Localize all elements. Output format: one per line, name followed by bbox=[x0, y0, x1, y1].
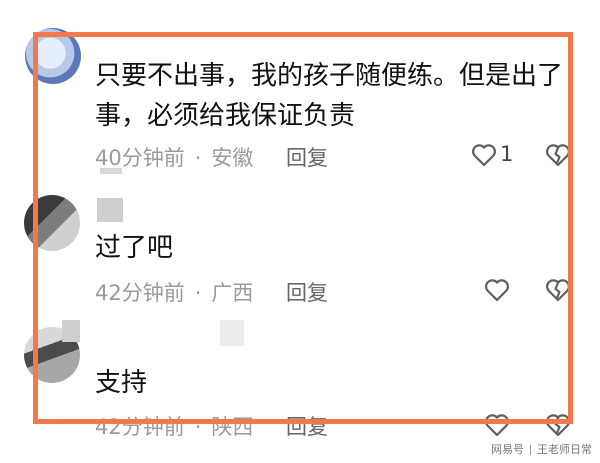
comment-meta: 42分钟前 · 陕西 bbox=[95, 411, 253, 441]
avatar[interactable] bbox=[25, 28, 81, 84]
reply-button[interactable]: 回复 bbox=[286, 277, 328, 307]
comment-location: 广西 bbox=[211, 281, 254, 305]
comment-meta: 40分钟前 · 安徽 bbox=[95, 142, 253, 172]
broken-heart-icon[interactable] bbox=[545, 143, 571, 167]
comment-text: 过了吧 bbox=[95, 233, 174, 263]
meta-separator: · bbox=[194, 146, 202, 170]
comment-location: 陕西 bbox=[211, 415, 254, 439]
comment-text: 支持 bbox=[95, 368, 148, 398]
username-blur bbox=[97, 198, 123, 222]
comment-time: 42分钟前 bbox=[95, 415, 185, 439]
heart-outline-icon[interactable] bbox=[484, 413, 510, 437]
heart-outline-icon[interactable] bbox=[484, 278, 510, 302]
watermark-divider bbox=[530, 445, 531, 455]
watermark: 网易号 王老师日常 bbox=[491, 441, 592, 457]
heart-outline-icon[interactable] bbox=[471, 143, 497, 167]
comment-text: 事，必须给我保证负责 bbox=[95, 101, 356, 131]
username-blur bbox=[220, 320, 244, 346]
comment-time: 42分钟前 bbox=[95, 281, 185, 305]
avatar[interactable] bbox=[24, 195, 80, 251]
comment-location: 安徽 bbox=[211, 146, 254, 170]
comment-time: 40分钟前 bbox=[95, 146, 185, 170]
like-count: 1 bbox=[500, 142, 514, 166]
reply-button[interactable]: 回复 bbox=[286, 142, 328, 172]
broken-heart-icon[interactable] bbox=[545, 413, 571, 437]
reply-button[interactable]: 回复 bbox=[286, 411, 328, 441]
broken-heart-icon[interactable] bbox=[545, 278, 571, 302]
comment-meta: 42分钟前 · 广西 bbox=[95, 277, 253, 307]
meta-separator: · bbox=[194, 415, 202, 439]
comment-text: 只要不出事，我的孩子随便练。但是出了 bbox=[95, 61, 564, 91]
watermark-author: 王老师日常 bbox=[537, 443, 592, 456]
username-blur bbox=[62, 320, 80, 342]
meta-separator: · bbox=[194, 281, 202, 305]
watermark-source: 网易号 bbox=[491, 443, 524, 456]
